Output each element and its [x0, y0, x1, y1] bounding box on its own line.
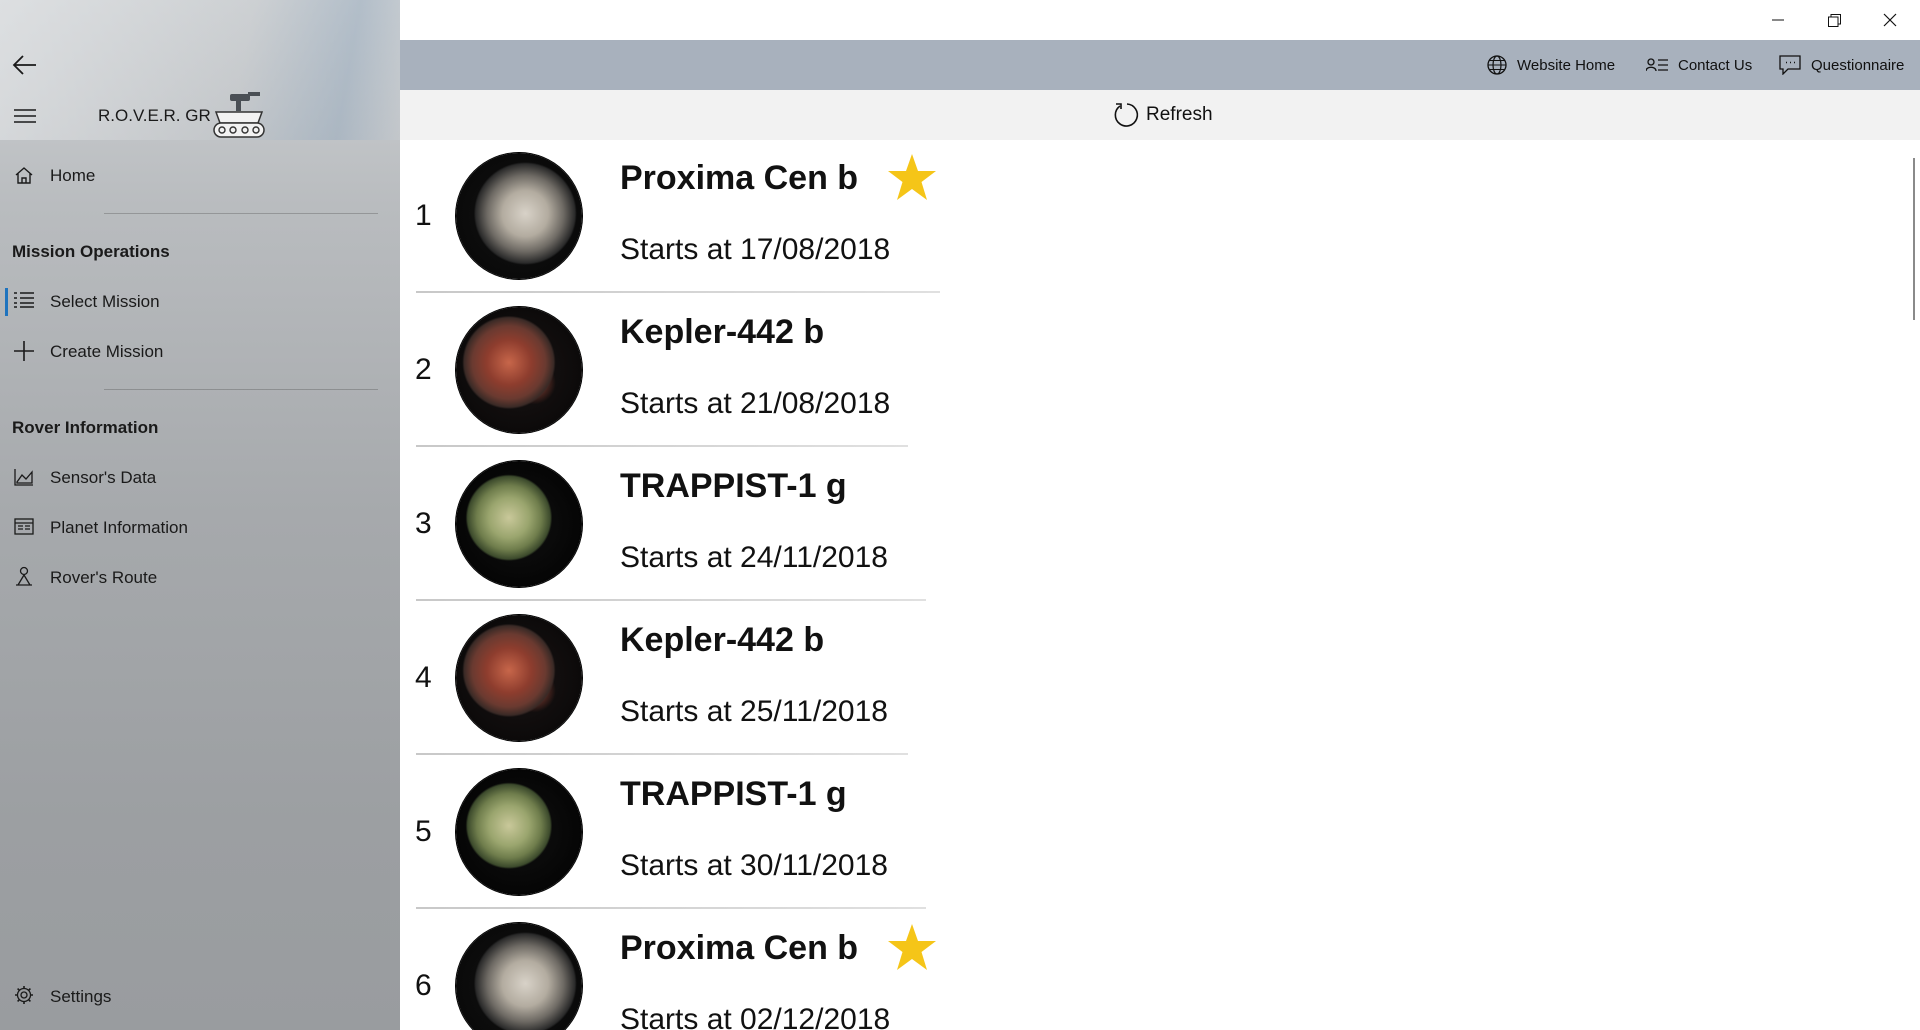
- hamburger-menu-icon[interactable]: [14, 108, 36, 124]
- section-rover-information: Rover Information: [12, 418, 159, 437]
- mission-row[interactable]: 6 Proxima Cen b Starts at 02/12/2018: [400, 910, 960, 1030]
- website-home-label: Website Home: [1517, 56, 1616, 74]
- mission-planet-name: TRAPPIST-1 g: [620, 467, 847, 505]
- mission-index: 2: [415, 353, 432, 386]
- planet-image: [456, 923, 582, 1030]
- contact-icon: [1646, 58, 1668, 72]
- nav-home[interactable]: Home: [50, 166, 95, 186]
- row-separator: [416, 753, 908, 755]
- sidebar-divider: [104, 389, 378, 390]
- refresh-button[interactable]: Refresh: [1112, 90, 1213, 140]
- home-icon: [15, 167, 33, 184]
- close-button[interactable]: [1862, 0, 1918, 40]
- vertical-scrollbar[interactable]: [1913, 158, 1915, 320]
- close-icon: [1883, 13, 1897, 27]
- mission-start-date: Starts at 25/11/2018: [620, 695, 888, 728]
- questionnaire-label: Questionnaire: [1811, 56, 1905, 74]
- row-separator: [416, 907, 926, 909]
- restore-icon: [1827, 13, 1841, 27]
- area-chart-icon: [14, 469, 33, 486]
- mission-planet-name: TRAPPIST-1 g: [620, 775, 847, 813]
- nav-select-mission[interactable]: Select Mission: [50, 292, 160, 312]
- sidebar-divider: [104, 213, 378, 214]
- mission-start-date: Starts at 24/11/2018: [620, 541, 888, 574]
- app-title: R.O.V.E.R. GR: [98, 106, 211, 125]
- mission-planet-name: Kepler-442 b: [620, 621, 825, 659]
- comment-icon: [1779, 55, 1801, 75]
- row-separator: [416, 599, 926, 601]
- window-titlebar: [400, 0, 1920, 40]
- mission-index: 6: [415, 969, 432, 1002]
- mission-start-date: Starts at 30/11/2018: [620, 849, 888, 882]
- planet-image: [456, 153, 582, 279]
- minimize-button[interactable]: [1750, 0, 1806, 40]
- mission-planet-name: Kepler-442 b: [620, 313, 825, 351]
- globe-icon: [1487, 55, 1507, 75]
- nav-rovers-route[interactable]: Rover's Route: [50, 568, 157, 588]
- list-icon: [14, 292, 34, 308]
- gear-icon: [15, 986, 33, 1004]
- minimize-icon: [1772, 19, 1784, 21]
- website-home-button[interactable]: Website Home: [1487, 40, 1615, 90]
- rover-logo-icon: [213, 92, 265, 138]
- mission-row[interactable]: 2 Kepler-442 b Starts at 21/08/2018: [400, 294, 960, 448]
- contact-us-label: Contact Us: [1678, 56, 1753, 74]
- nav-settings[interactable]: Settings: [50, 987, 111, 1007]
- planet-image: [456, 615, 582, 741]
- selection-indicator: [5, 288, 8, 316]
- questionnaire-button[interactable]: Questionnaire: [1779, 40, 1904, 90]
- refresh-label: Refresh: [1146, 104, 1213, 125]
- info-card-icon: [14, 518, 34, 535]
- mission-start-date: Starts at 17/08/2018: [620, 233, 891, 266]
- planet-image: [456, 307, 582, 433]
- mission-row[interactable]: 4 Kepler-442 b Starts at 25/11/2018: [400, 602, 960, 756]
- mission-index: 4: [415, 661, 432, 694]
- navigation-pane: R.O.V.E.R. GR Home Mission Operations Se…: [0, 0, 400, 1030]
- star-icon: [888, 154, 936, 200]
- contact-us-button[interactable]: Contact Us: [1646, 40, 1752, 90]
- refresh-icon: [1114, 103, 1139, 127]
- plus-icon: [14, 341, 34, 361]
- restore-button[interactable]: [1806, 0, 1862, 40]
- back-arrow-icon[interactable]: [12, 54, 38, 76]
- mission-start-date: Starts at 02/12/2018: [620, 1003, 891, 1030]
- command-bar: Website Home Contact Us Questionnaire: [400, 40, 1920, 90]
- star-icon: [888, 924, 936, 970]
- mission-index: 3: [415, 507, 432, 540]
- mission-index: 5: [415, 815, 432, 848]
- row-separator: [416, 291, 940, 293]
- nav-create-mission[interactable]: Create Mission: [50, 342, 163, 362]
- mission-row[interactable]: 1 Proxima Cen b Starts at 17/08/2018: [400, 140, 960, 294]
- mission-planet-name: Proxima Cen b: [620, 929, 859, 967]
- mission-start-date: Starts at 21/08/2018: [620, 387, 891, 420]
- row-separator: [416, 445, 908, 447]
- mission-list: 1 Proxima Cen b Starts at 17/08/2018 2 K…: [400, 140, 1900, 1030]
- nav-sensors-data[interactable]: Sensor's Data: [50, 468, 156, 488]
- planet-image: [456, 461, 582, 587]
- refresh-bar: Refresh: [400, 90, 1920, 140]
- planet-image: [456, 769, 582, 895]
- mission-row[interactable]: 3 TRAPPIST-1 g Starts at 24/11/2018: [400, 448, 960, 602]
- route-icon: [16, 566, 32, 586]
- mission-index: 1: [415, 199, 432, 232]
- nav-planet-information[interactable]: Planet Information: [50, 518, 188, 538]
- section-mission-operations: Mission Operations: [12, 242, 170, 261]
- mission-planet-name: Proxima Cen b: [620, 159, 859, 197]
- mission-row[interactable]: 5 TRAPPIST-1 g Starts at 30/11/2018: [400, 756, 960, 910]
